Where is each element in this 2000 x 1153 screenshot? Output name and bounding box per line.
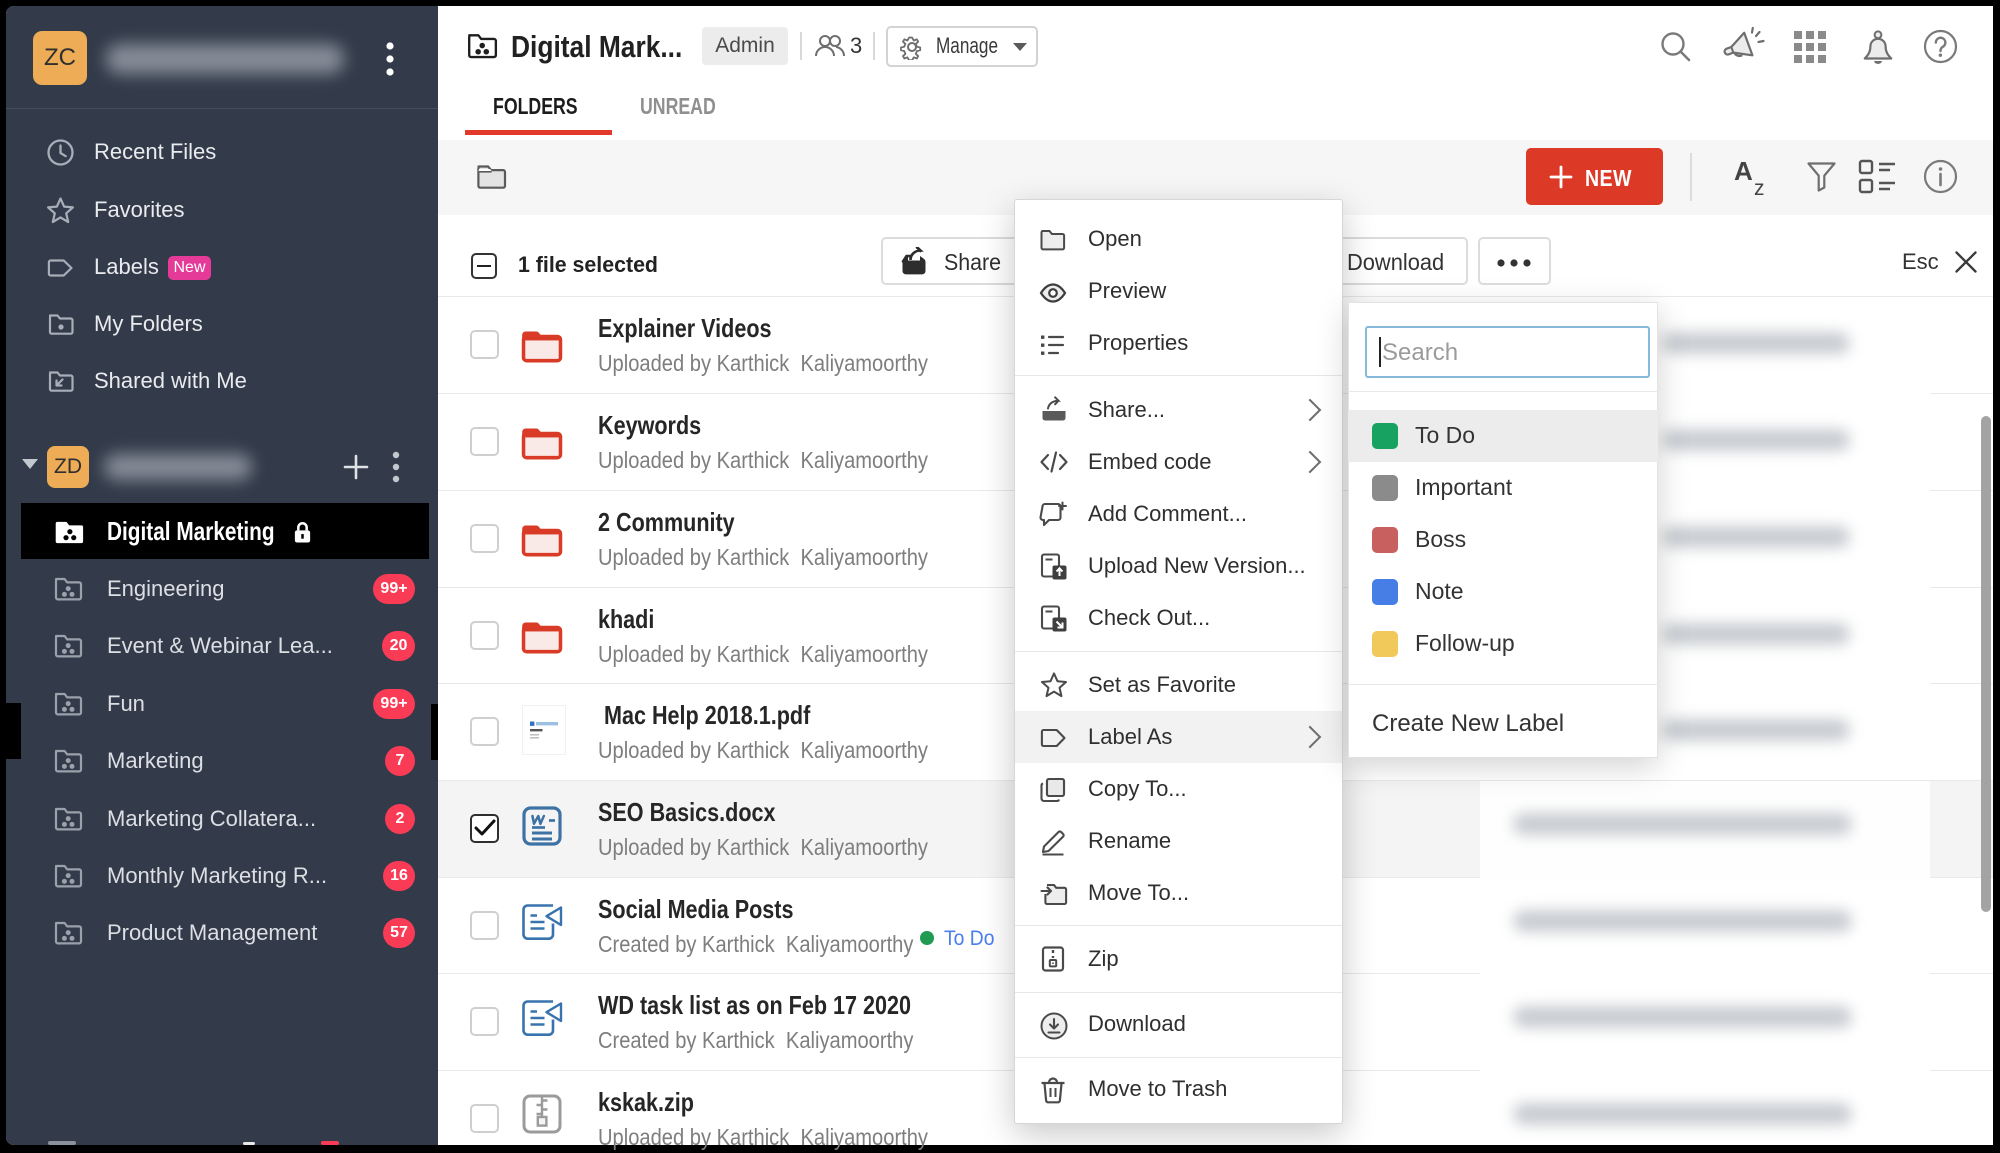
svg-text:z: z — [1754, 177, 1765, 198]
svg-text:A: A — [1734, 158, 1753, 186]
